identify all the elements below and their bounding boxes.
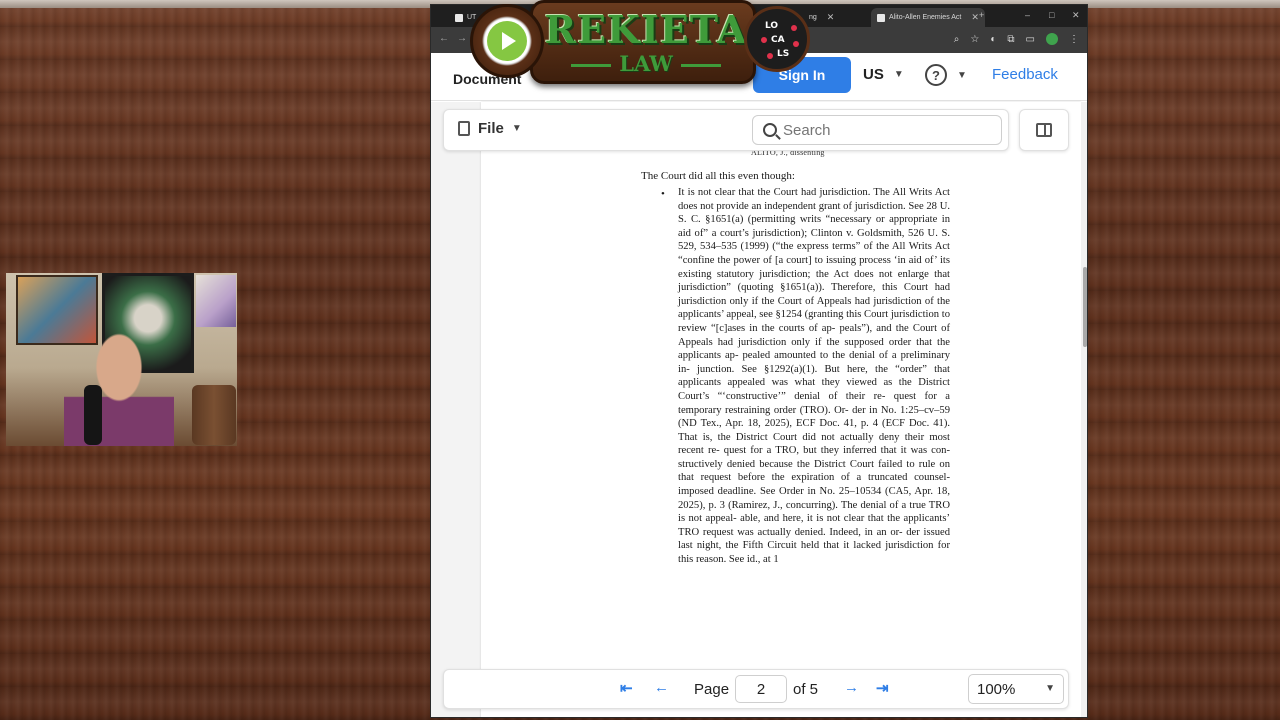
intro-line: The Court did all this even though: bbox=[641, 170, 795, 182]
profile-avatar[interactable] bbox=[1046, 33, 1058, 45]
close-tab-icon[interactable]: ✕ bbox=[971, 12, 979, 23]
toggle-sidebar-button[interactable] bbox=[1019, 109, 1069, 151]
browser-tab-active[interactable]: Alito-Allen Enemies Act ✕ bbox=[871, 8, 985, 27]
wall-painting-right bbox=[196, 275, 236, 327]
new-tab-icon[interactable]: + bbox=[979, 10, 984, 20]
logo-name: REKIETA bbox=[544, 7, 748, 52]
help-icon: ? bbox=[925, 64, 947, 86]
grid-icon bbox=[455, 13, 463, 22]
scrollbar-track[interactable] bbox=[1081, 102, 1087, 717]
logo-subtitle: LAW bbox=[533, 51, 759, 76]
chevron-down-icon: ▼ bbox=[511, 123, 522, 134]
bullet-paragraph: It is not clear that the Court had juris… bbox=[678, 187, 950, 566]
help-menu[interactable]: ? ▼ bbox=[925, 64, 967, 86]
bullet-marker: • bbox=[661, 188, 665, 200]
extension-icon[interactable]: ◐ bbox=[990, 34, 996, 45]
rumble-badge bbox=[470, 4, 544, 78]
chevron-down-icon: ▼ bbox=[893, 69, 904, 80]
viewer-toolbar: File ▼ bbox=[443, 109, 1009, 151]
browser-window: UT ng ✕ Alito-Allen Enemies Act ✕ + – □ … bbox=[430, 4, 1088, 718]
microphone bbox=[84, 385, 102, 445]
locals-dot bbox=[767, 53, 773, 59]
browser-action-icons: ⌕ ☆ ◐ ⧉ ▭ ⋮ bbox=[954, 33, 1079, 45]
search-input[interactable] bbox=[783, 121, 983, 139]
close-tab-icon[interactable]: ✕ bbox=[827, 12, 835, 23]
locals-badge: LO CA LS bbox=[744, 6, 810, 72]
chevron-down-icon: ▼ bbox=[1045, 683, 1055, 694]
locals-dot bbox=[761, 37, 767, 43]
file-menu-button[interactable]: File ▼ bbox=[458, 120, 522, 137]
maximize-icon[interactable]: □ bbox=[1049, 10, 1054, 20]
file-icon bbox=[458, 121, 470, 136]
search-box[interactable] bbox=[752, 115, 1002, 145]
zoom-select[interactable]: 100% ▼ bbox=[968, 674, 1064, 704]
puzzle-icon[interactable]: ⧉ bbox=[1007, 34, 1014, 45]
back-icon[interactable]: ← bbox=[439, 33, 449, 44]
rumble-play-icon bbox=[487, 21, 527, 61]
search-icon bbox=[763, 123, 777, 137]
stream-logo: REKIETA LAW LO CA LS bbox=[466, 0, 810, 92]
first-page-icon[interactable]: ⇤ bbox=[620, 679, 633, 697]
scrollbar-thumb[interactable] bbox=[1083, 267, 1087, 347]
menu-icon[interactable]: ⋮ bbox=[1069, 34, 1079, 45]
barrel-prop bbox=[192, 385, 236, 445]
document-tab-icon bbox=[877, 13, 885, 22]
sidebar-icon bbox=[1036, 123, 1052, 137]
chevron-down-icon: ▼ bbox=[957, 69, 967, 81]
page-number-input[interactable] bbox=[735, 675, 787, 703]
page-navigation-bar: ⇤ ← Page of 5 → ⇥ 100% ▼ bbox=[443, 669, 1069, 709]
page-label: Page bbox=[694, 681, 730, 698]
feedback-link[interactable]: Feedback bbox=[992, 66, 1058, 83]
language-selector[interactable]: US ▼ bbox=[863, 66, 904, 83]
close-window-icon[interactable]: ✕ bbox=[1072, 10, 1080, 21]
prev-page-icon[interactable]: ← bbox=[654, 679, 669, 696]
zoom-icon[interactable]: ⌕ bbox=[954, 34, 960, 45]
minimize-icon[interactable]: – bbox=[1025, 10, 1030, 20]
locals-dot bbox=[791, 25, 797, 31]
next-page-icon[interactable]: → bbox=[844, 679, 859, 696]
logo-board: REKIETA LAW bbox=[530, 0, 756, 84]
last-page-icon[interactable]: ⇥ bbox=[876, 679, 889, 697]
split-icon[interactable]: ▭ bbox=[1026, 34, 1035, 45]
locals-dot bbox=[793, 41, 799, 47]
webcam-feed bbox=[6, 273, 237, 446]
page-count: of 5 bbox=[793, 681, 819, 698]
bookmark-star-icon[interactable]: ☆ bbox=[970, 34, 979, 45]
streamer bbox=[64, 333, 174, 446]
